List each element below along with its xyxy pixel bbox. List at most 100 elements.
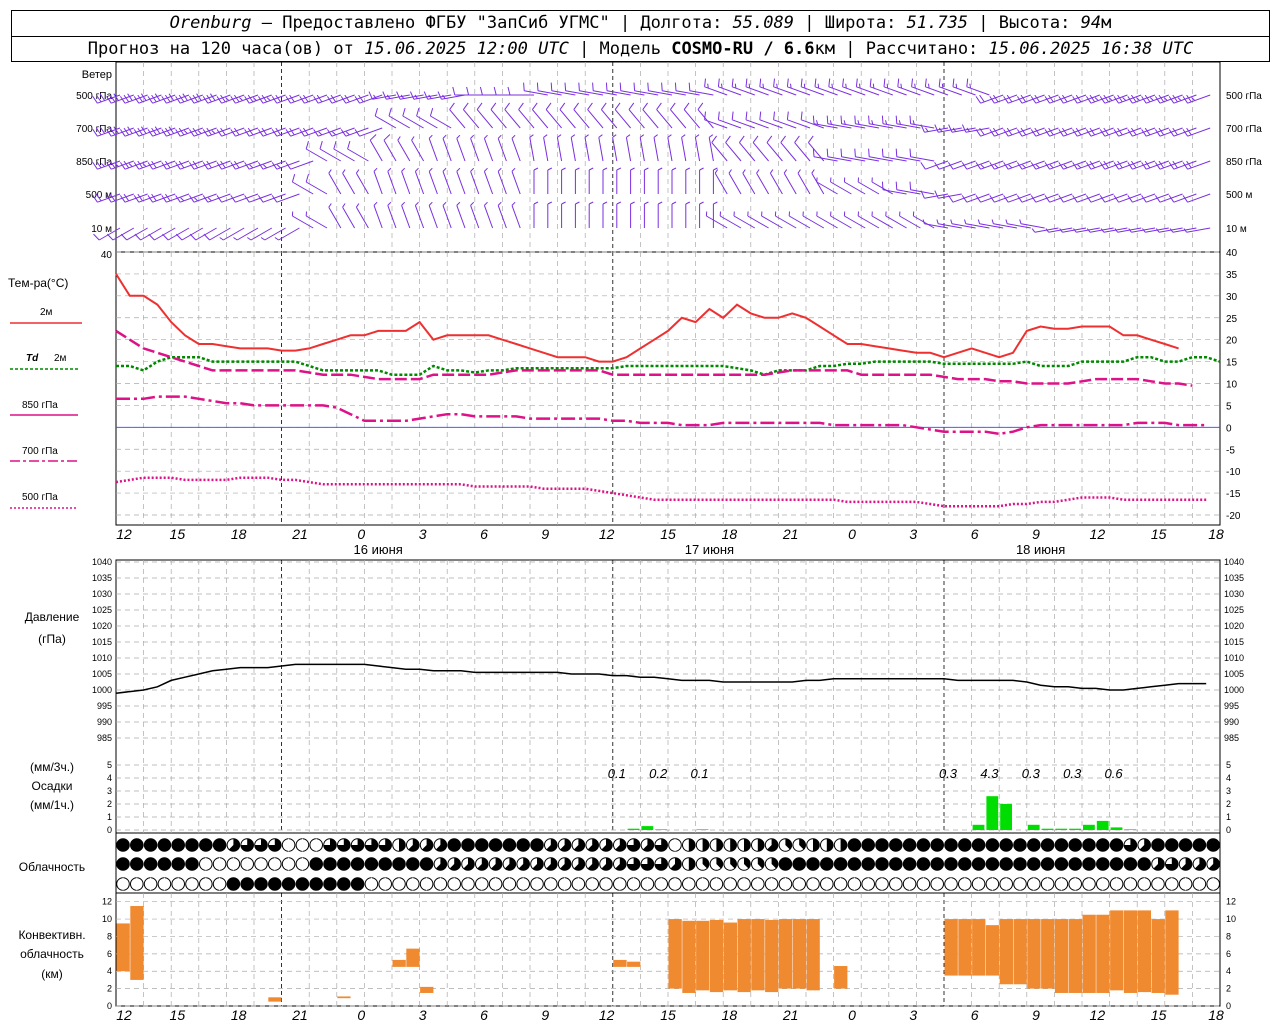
temp-tick-label: -15 [1226, 489, 1241, 500]
pressure-tick-label-right: 990 [1224, 717, 1239, 727]
wind-barb [490, 102, 507, 129]
precip-3h-total: 0.3 [1022, 766, 1041, 781]
cloud-fill [813, 838, 820, 852]
wind-barb [854, 115, 880, 129]
wind-barb [812, 148, 838, 162]
pressure-tick-label: 1025 [92, 605, 112, 615]
cloud-symbol [1054, 838, 1069, 852]
hour-tick-label-bottom: 0 [357, 1007, 365, 1023]
day-label: 18 июня [1016, 542, 1065, 557]
wind-barb [630, 201, 635, 228]
conv-bar [1054, 919, 1069, 993]
conv-bar [723, 922, 737, 991]
wind-barb [373, 167, 383, 195]
wind-barb [816, 177, 838, 195]
wind-barb [881, 181, 907, 195]
hour-tick-label: 12 [116, 526, 132, 542]
pressure-tick-label-right: 1005 [1224, 669, 1244, 679]
hour-tick-label: 0 [357, 526, 365, 542]
temp-tick-label: -20 [1226, 511, 1241, 522]
wind-barb [1183, 227, 1211, 233]
cloud-symbol [309, 877, 324, 891]
precip-bar [1000, 804, 1012, 830]
wind-barb [1182, 127, 1211, 137]
wind-barb [559, 102, 576, 129]
cloud-symbol [281, 877, 296, 891]
conv-title-2: облачность [20, 947, 84, 961]
wind-barb [328, 169, 342, 195]
cloud-symbol [185, 857, 199, 871]
hour-tick-label: 12 [1090, 526, 1106, 542]
wind-barb [511, 134, 521, 162]
pressure-tick-label: 995 [97, 701, 112, 711]
wind-barb [812, 115, 838, 129]
wind-barb [909, 148, 935, 162]
wind-barb [355, 169, 369, 195]
hour-tick-label: 3 [419, 526, 427, 542]
wind-barb [704, 111, 728, 129]
conv-tick-label-right: 10 [1226, 914, 1236, 924]
cloud-symbol [447, 838, 462, 852]
wind-barb [934, 190, 962, 199]
wind-barb [598, 134, 604, 162]
hour-tick-label-bottom: 12 [116, 1007, 132, 1023]
hour-tick-label: 18 [231, 526, 247, 542]
wind-level-label-right: 10 м [1226, 224, 1247, 235]
wind-barb [573, 102, 590, 129]
precip-3h-total: 0.3 [939, 766, 958, 781]
conv-bar [116, 923, 130, 972]
conv-bar [958, 919, 972, 976]
wind-barb [697, 102, 714, 129]
cloud-symbol [875, 838, 889, 852]
wind-barb [840, 115, 866, 129]
hour-tick-label: 21 [291, 526, 308, 542]
cloud-fill [688, 838, 696, 852]
cloud-fill [702, 838, 709, 852]
wind-barb [476, 102, 493, 129]
wind-barb [271, 193, 300, 203]
cloud-symbol [323, 877, 337, 891]
temp-tick-label: 0 [1226, 423, 1232, 434]
cloud-fill [744, 838, 751, 852]
cloud-symbol [1206, 838, 1220, 852]
wind-barb [674, 82, 700, 96]
hour-tick-label: 15 [660, 526, 676, 542]
conv-bar [1137, 910, 1151, 993]
precip-3h-total: 0.2 [649, 766, 668, 781]
cloud-symbol [171, 838, 185, 852]
legend-t2m-label: 2м [40, 307, 53, 318]
conv-bar [944, 919, 958, 976]
precip-bar [655, 829, 667, 830]
cloud-fill [826, 838, 834, 852]
conv-bar [1082, 914, 1096, 993]
wind-barb [605, 82, 631, 96]
wind-barb [653, 134, 659, 162]
wind-barb [714, 169, 728, 195]
wind-barb [401, 201, 411, 229]
cloud-symbol [185, 838, 199, 852]
wind-barb [328, 203, 342, 229]
wind-barb [643, 167, 649, 194]
wind-barb [614, 102, 631, 129]
cloud-symbol [916, 857, 931, 871]
wind-barb [483, 134, 494, 162]
wind-barb [657, 201, 663, 228]
precip-3h-total: 0.1 [691, 766, 709, 781]
temp-tick-label: 15 [1226, 358, 1238, 369]
cloud-symbol [1109, 838, 1124, 852]
pressure-tick-label-right: 1015 [1224, 637, 1244, 647]
temp-tick-label: 5 [1226, 401, 1232, 412]
cloud-symbol [157, 857, 172, 871]
conv-bar [406, 948, 420, 967]
cloud-symbol [1013, 857, 1027, 871]
cloud-symbol [350, 877, 365, 891]
wind-barb [462, 102, 480, 129]
hour-tick-label-bottom: 6 [971, 1007, 979, 1023]
pressure-tick-label: 1015 [92, 637, 112, 647]
legend-t700-label: 700 гПа [22, 446, 58, 457]
day-label: 16 июня [354, 542, 403, 557]
conv-bar [1165, 910, 1179, 995]
wind-barb [518, 102, 535, 129]
wind-barb [625, 134, 632, 162]
wind-barb [881, 115, 907, 129]
